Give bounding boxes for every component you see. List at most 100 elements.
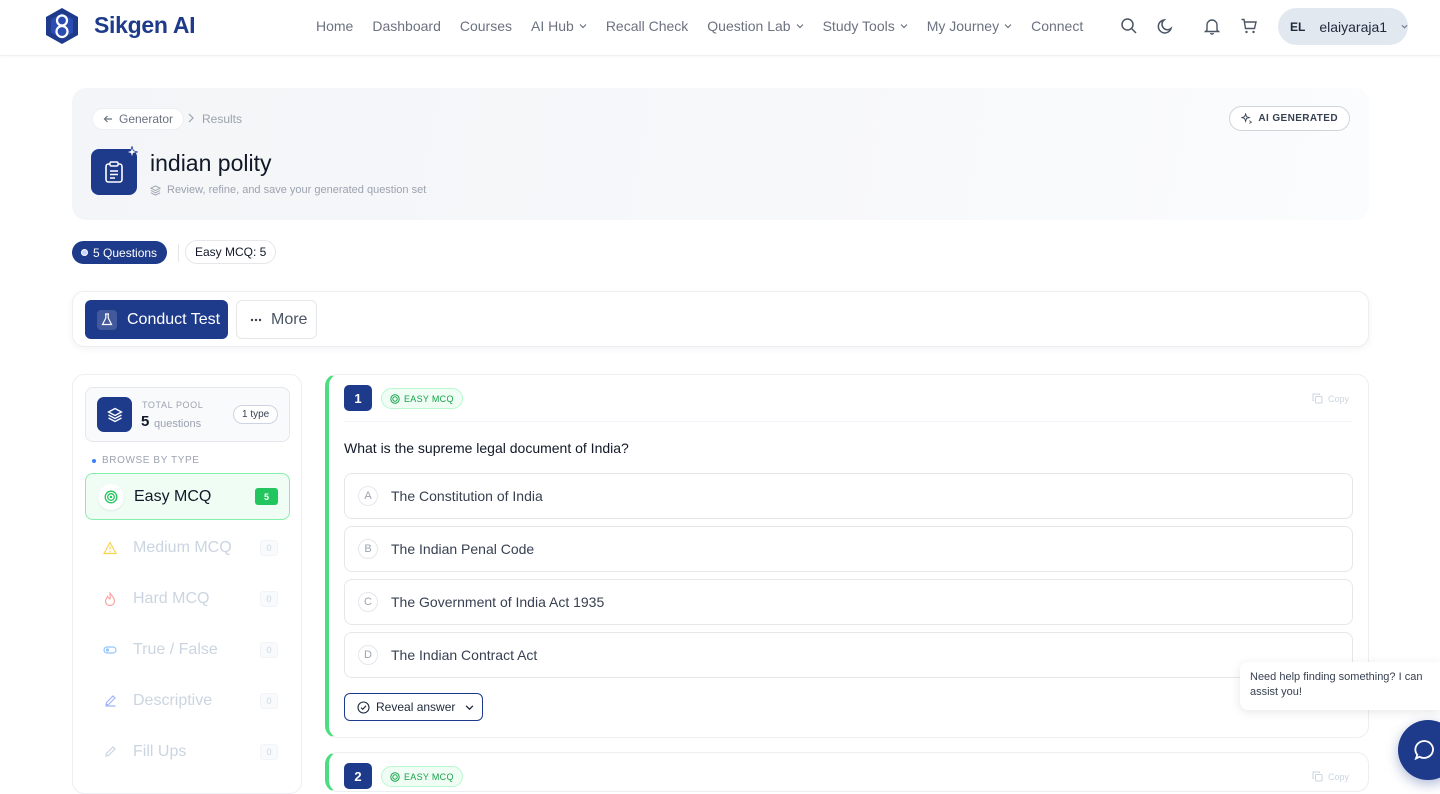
type-item-hard-mcq[interactable]: Hard MCQ 0	[85, 575, 290, 622]
option-a[interactable]: A The Constitution of India	[344, 473, 1353, 519]
ai-generated-badge: AI GENERATED	[1229, 106, 1350, 131]
type-count: 0	[260, 692, 278, 709]
status-dot	[81, 249, 88, 256]
pool-count: 5	[141, 413, 150, 430]
option-letter: C	[358, 592, 378, 612]
type-name: Hard MCQ	[133, 589, 210, 607]
type-name: Fill Ups	[133, 742, 187, 760]
option-b[interactable]: B The Indian Penal Code	[344, 526, 1353, 572]
nav-label: Connect	[1031, 18, 1084, 34]
type-item-easy-mcq[interactable]: Easy MCQ 5	[85, 473, 290, 520]
type-item-fill-ups[interactable]: Fill Ups 0	[85, 728, 290, 775]
type-item-true-false[interactable]: True / False 0	[85, 626, 290, 673]
username: elaiyaraja1	[1319, 18, 1388, 35]
breadcrumb-current: Results	[202, 112, 243, 126]
sparkle-icon	[1241, 113, 1253, 124]
nav-label: Study Tools	[822, 18, 895, 34]
main-menu: Home Dashboard Courses AI Hub Recall Che…	[316, 18, 1102, 34]
more-label: More	[271, 310, 308, 328]
type-name: True / False	[133, 640, 218, 658]
copy-icon	[1312, 393, 1323, 404]
question-count-label: 5 Questions	[93, 245, 158, 260]
option-d[interactable]: D The Indian Contract Act	[344, 632, 1353, 678]
question-text: What is the supreme legal document of In…	[344, 440, 629, 456]
page-subtitle: Review, refine, and save your generated …	[150, 184, 426, 196]
type-label: EASY MCQ	[404, 393, 454, 404]
option-letter: D	[358, 645, 378, 665]
pencil-icon	[97, 739, 123, 765]
divider	[178, 244, 179, 262]
divider	[344, 421, 1353, 422]
nav-ai-hub[interactable]: AI Hub	[531, 18, 587, 34]
question-count-chip: 5 Questions	[72, 241, 168, 264]
chevron-down-icon	[900, 24, 908, 29]
chevron-down-icon	[579, 24, 587, 29]
help-tooltip: Need help finding something? I can assis…	[1240, 662, 1440, 710]
nav-label: AI Hub	[531, 18, 574, 34]
option-letter: B	[358, 539, 378, 559]
toggle-icon	[97, 637, 123, 663]
nav-my-journey[interactable]: My Journey	[927, 18, 1012, 34]
nav-connect[interactable]: Connect	[1031, 18, 1083, 34]
type-item-medium-mcq[interactable]: Medium MCQ 0	[85, 524, 290, 571]
question-number: 2	[344, 763, 372, 789]
sparkle-icon	[126, 146, 138, 158]
arrow-left-icon	[103, 115, 112, 123]
target-icon	[390, 393, 400, 404]
question-card: 2 EASY MCQ Copy	[325, 752, 1369, 792]
brand-name[interactable]: Sikgen AI	[94, 12, 196, 39]
warning-icon	[97, 535, 123, 561]
reveal-answer-button[interactable]: Reveal answer	[344, 693, 483, 721]
type-count-badge: 1 type	[233, 405, 279, 424]
cart-icon[interactable]	[1240, 17, 1258, 35]
more-button[interactable]: More	[236, 300, 317, 339]
user-menu[interactable]: EL elaiyaraja1	[1278, 8, 1408, 45]
type-name: Medium MCQ	[133, 538, 232, 556]
nav-courses[interactable]: Courses	[460, 18, 512, 34]
moon-icon[interactable]	[1157, 17, 1175, 35]
nav-question-lab[interactable]: Question Lab	[707, 18, 804, 34]
type-name: Descriptive	[133, 691, 213, 709]
nav-label: My Journey	[926, 18, 1000, 34]
nav-home[interactable]: Home	[316, 18, 353, 34]
stack-icon	[97, 397, 132, 432]
question-type-sidebar: TOTAL POOL 5 questions 1 type BROWSE BY …	[72, 374, 302, 794]
option-c[interactable]: C The Government of India Act 1935	[344, 579, 1353, 625]
browse-heading: BROWSE BY TYPE	[92, 455, 200, 466]
chevron-down-icon	[1004, 24, 1012, 29]
nav-label: Recall Check	[605, 18, 689, 34]
nav-study-tools[interactable]: Study Tools	[823, 18, 908, 34]
brand-logo-icon[interactable]	[44, 7, 80, 45]
pool-label: TOTAL POOL	[142, 400, 204, 410]
nav-dashboard[interactable]: Dashboard	[372, 18, 441, 34]
pool-unit: questions	[154, 418, 202, 430]
results-header: Generator Results AI GENERATED indian po…	[72, 88, 1369, 220]
layers-icon	[150, 184, 161, 196]
type-item-descriptive[interactable]: Descriptive 0	[85, 677, 290, 724]
option-text: The Indian Contract Act	[391, 647, 538, 663]
chevron-down-icon	[466, 704, 474, 710]
nav-label: Home	[316, 18, 354, 34]
nav-recall-check[interactable]: Recall Check	[606, 18, 688, 34]
bell-icon[interactable]	[1203, 17, 1221, 35]
target-icon	[98, 483, 124, 510]
total-pool-card: TOTAL POOL 5 questions 1 type	[85, 387, 290, 442]
back-label: Generator	[119, 112, 174, 126]
copy-icon	[1312, 771, 1323, 782]
nav-label: Courses	[459, 18, 512, 34]
copy-button[interactable]: Copy	[1312, 393, 1349, 404]
page-title: indian polity	[150, 150, 272, 176]
type-count: 0	[260, 590, 278, 607]
conduct-test-button[interactable]: Conduct Test	[85, 300, 228, 339]
conduct-label: Conduct Test	[127, 310, 221, 328]
copy-button[interactable]: Copy	[1312, 771, 1349, 782]
copy-label: Copy	[1327, 393, 1349, 404]
target-icon	[390, 771, 400, 782]
option-letter: A	[358, 486, 378, 506]
type-count: 0	[260, 743, 278, 760]
search-icon[interactable]	[1120, 17, 1138, 35]
question-type-badge: EASY MCQ	[381, 388, 463, 409]
subtitle-text: Review, refine, and save your generated …	[167, 184, 427, 196]
back-to-generator-link[interactable]: Generator	[92, 108, 185, 130]
chat-button[interactable]	[1398, 720, 1440, 780]
